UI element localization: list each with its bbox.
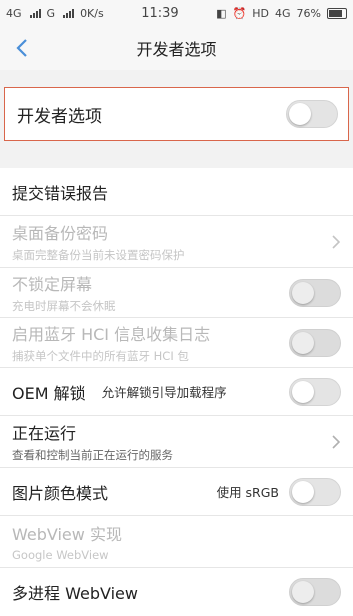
color-mode-row[interactable]: 图片颜色模式 使用 sRGB [0, 468, 353, 516]
stay-awake-subtitle: 充电时屏幕不会休眠 [12, 299, 116, 313]
alarm-icon: ⏰ [232, 6, 247, 20]
running-services-subtitle: 查看和控制当前正在运行的服务 [12, 448, 173, 462]
toggle-knob [289, 103, 311, 125]
oem-unlock-description: 允许解锁引导加载程序 [101, 385, 227, 400]
bug-report-title: 提交错误报告 [12, 183, 109, 203]
oem-unlock-toggle[interactable] [289, 377, 341, 406]
signal-icon-2 [63, 8, 75, 18]
color-mode-description: 使用 sRGB [216, 485, 279, 500]
status-bar: 4G G 0K/s 11:39 ◧ ⏰ HD 4G 76% [0, 0, 353, 26]
backup-password-row[interactable]: 桌面备份密码 桌面完整备份当前未设置密码保护 [0, 216, 353, 268]
toggle-knob [292, 331, 314, 354]
developer-options-toggle[interactable] [286, 100, 338, 128]
running-services-title: 正在运行 [12, 424, 77, 443]
hci-log-toggle[interactable] [289, 328, 341, 357]
settings-list: 提交错误报告 桌面备份密码 桌面完整备份当前未设置密码保护 不锁定屏幕 充电时屏… [0, 168, 353, 616]
toggle-knob [292, 480, 314, 503]
running-services-row[interactable]: 正在运行 查看和控制当前正在运行的服务 [0, 416, 353, 468]
toggle-knob [292, 281, 314, 304]
backup-password-title: 桌面备份密码 [12, 224, 109, 243]
webview-subtitle: Google WebView [12, 548, 109, 562]
back-button[interactable] [0, 26, 44, 70]
battery-percent: 76% [296, 6, 321, 20]
color-mode-toggle[interactable] [289, 477, 341, 506]
webview-title: WebView 实现 [12, 525, 122, 544]
backup-password-subtitle: 桌面完整备份当前未设置密码保护 [12, 248, 185, 262]
stay-awake-row[interactable]: 不锁定屏幕 充电时屏幕不会休眠 [0, 268, 353, 318]
chevron-right-icon [331, 434, 341, 450]
oem-unlock-row[interactable]: OEM 解锁 允许解锁引导加载程序 [0, 368, 353, 416]
oem-unlock-title: OEM 解锁 [12, 383, 86, 403]
hci-log-row[interactable]: 启用蓝牙 HCI 信息收集日志 捕获单个文件中的所有蓝牙 HCI 包 [0, 318, 353, 368]
battery-icon [327, 7, 347, 19]
chevron-right-icon [331, 234, 341, 250]
vibrate-icon: ◧ [216, 6, 227, 20]
hci-log-title: 启用蓝牙 HCI 信息收集日志 [12, 325, 211, 344]
multiprocess-webview-toggle[interactable] [289, 578, 341, 606]
multiprocess-webview-row[interactable]: 多进程 WebView [0, 568, 353, 616]
developer-options-master-row[interactable]: 开发者选项 [4, 87, 349, 141]
color-mode-title: 图片颜色模式 [12, 483, 109, 503]
bug-report-row[interactable]: 提交错误报告 [0, 168, 353, 216]
chevron-left-icon [16, 39, 27, 57]
webview-row[interactable]: WebView 实现 Google WebView [0, 516, 353, 568]
network-speed: 0K/s [80, 6, 104, 20]
stay-awake-title: 不锁定屏幕 [12, 275, 93, 294]
developer-options-label: 开发者选项 [17, 106, 102, 127]
carrier-label-1: 4G [6, 6, 22, 20]
toggle-knob [292, 380, 314, 403]
network-type: 4G [275, 6, 291, 20]
hci-log-subtitle: 捕获单个文件中的所有蓝牙 HCI 包 [12, 349, 189, 363]
signal-icon [29, 8, 41, 18]
clock: 11:39 [141, 5, 179, 21]
multiprocess-webview-title: 多进程 WebView [12, 584, 138, 603]
app-header: 开发者选项 [0, 26, 353, 70]
carrier-label-2: G [46, 6, 56, 20]
stay-awake-toggle[interactable] [289, 278, 341, 307]
hd-label: HD [252, 6, 270, 20]
page-title: 开发者选项 [136, 40, 217, 59]
